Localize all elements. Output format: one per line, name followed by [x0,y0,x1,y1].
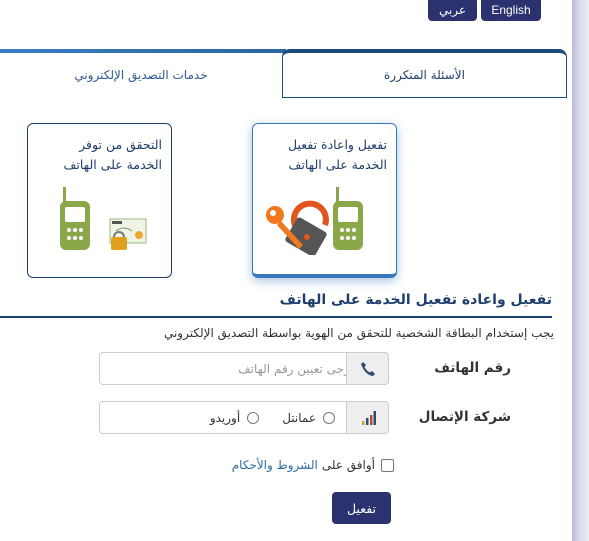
card-title-line: تفعيل واعادة تفعيل [288,137,387,152]
arabic-language-button[interactable]: عربي [428,0,477,21]
carrier-option-label: عمانتل [282,410,316,425]
carrier-option-label: أوريدو [209,410,241,425]
carrier-options: عمانتل أوريدو [210,402,338,433]
phone-addon [346,353,388,384]
carrier-radio-ooredoo[interactable] [247,411,260,424]
english-language-button[interactable]: English [481,0,541,21]
check-availability-card[interactable]: التحقق من توفر الخدمة على الهاتف [27,123,172,278]
phone-input-group [99,352,389,385]
terms-link[interactable]: الشروط والأحكام [232,458,318,472]
id-card-notice: يجب إستخدام البطاقة الشخصية للتحقق من ال… [163,326,554,340]
mobile-phone-icon [333,187,363,250]
section-divider [0,316,552,318]
carrier-radio-omantel[interactable] [323,411,335,424]
carrier-input-group: عمانتل أوريدو [99,401,389,434]
activate-submit-button[interactable]: تفعيل [332,492,391,524]
phone-label: رقم الهاتف [434,360,511,376]
activate-service-card[interactable]: تفعيل واعادة تفعيل الخدمة على الهاتف [252,123,397,278]
key-lock-icon [266,200,329,255]
card-title-line: الخدمة على الهاتف [288,157,387,172]
certificate-lock-icon [109,218,147,250]
terms-prefix: أوافق على [321,458,375,472]
carrier-label: شركة الإتصال [418,409,511,425]
card-title: التحقق من توفر الخدمة على الهاتف [37,135,162,175]
card-title-line: الخدمة على الهاتف [63,157,162,172]
page-scrollbar[interactable] [572,0,589,541]
tab-faq[interactable]: الأسئلة المتكررة [282,49,567,98]
signal-bars-icon [361,410,376,425]
card-title-line: التحقق من توفر [79,137,162,152]
terms-checkbox[interactable] [381,458,394,472]
card-title: تفعيل واعادة تفعيل الخدمة على الهاتف [262,135,387,175]
tab-e-certification-services[interactable]: خدمات التصديق الإلكتروني [0,49,282,98]
phone-number-input[interactable] [100,353,362,384]
section-title: تفعيل واعادة تفعيل الخدمة على الهاتف [279,292,552,308]
phone-icon [360,361,375,376]
mobile-phone-icon [60,187,90,250]
carrier-addon [346,402,388,433]
terms-agreement: أوافق على الشروط والأحكام [232,458,394,472]
